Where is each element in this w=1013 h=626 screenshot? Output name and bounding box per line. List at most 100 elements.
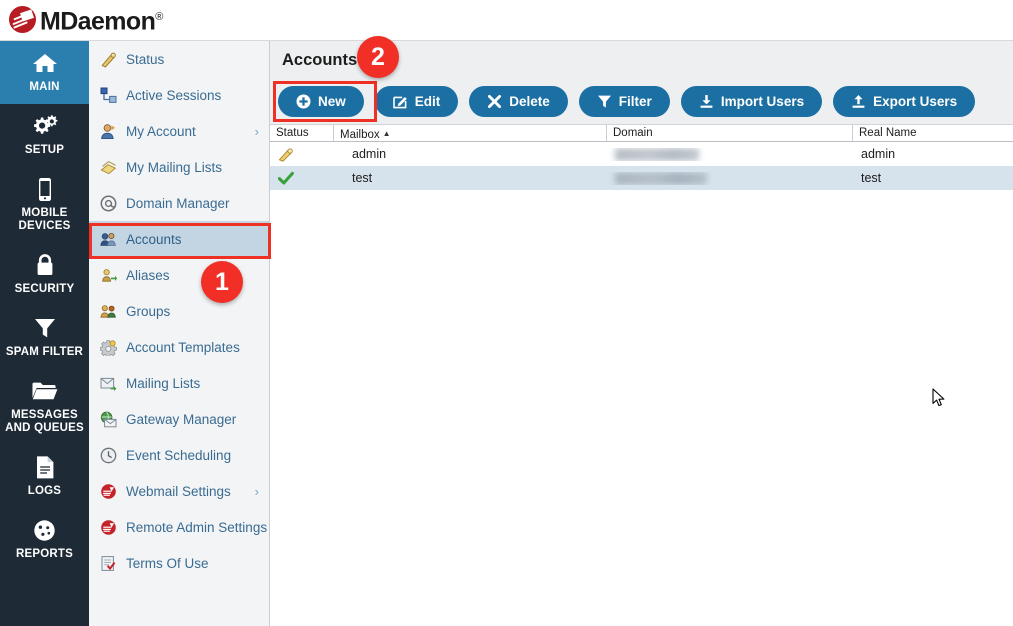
export-users-button[interactable]: Export Users — [833, 86, 976, 117]
sidebar-item-account-templates[interactable]: Account Templates — [89, 329, 269, 365]
cell-real-name: test — [861, 171, 882, 185]
table-row[interactable]: admin admin — [270, 142, 1013, 166]
annotation-badge-1: 1 — [201, 261, 243, 303]
sidebar-item-webmail-settings-label: Webmail Settings — [126, 483, 231, 499]
rail-item-logs-label: LOGS — [27, 485, 62, 497]
sidebar-item-status[interactable]: Status — [89, 41, 269, 77]
sidebar-item-webmail-settings[interactable]: Webmail Settings › — [89, 473, 269, 509]
chevron-right-icon: › — [254, 483, 259, 499]
pencil-square-icon — [392, 94, 408, 109]
rail-item-setup-label: SETUP — [24, 144, 65, 156]
cell-real-name: admin — [861, 147, 896, 161]
export-users-button-label: Export Users — [873, 94, 958, 109]
rail-item-main[interactable]: MAIN — [0, 41, 89, 104]
sidebar-item-domain-manager[interactable]: Domain Manager — [89, 185, 269, 221]
sidebar-item-terms-of-use[interactable]: Terms Of Use — [89, 545, 269, 581]
sidebar-item-my-mailing-lists-label: My Mailing Lists — [126, 159, 223, 175]
brand-bar: MDaemon® — [0, 0, 1013, 41]
at-sign-icon — [100, 195, 117, 212]
secondary-menu: Status Active Sessions My Account › My M… — [89, 41, 280, 626]
sidebar-item-my-account[interactable]: My Account › — [89, 113, 269, 149]
filter-button[interactable]: Filter — [578, 86, 670, 117]
cell-domain — [607, 171, 853, 185]
my-mailing-lists-icon — [100, 159, 117, 176]
table-row[interactable]: test test — [270, 166, 1013, 190]
mdaemon-logo-icon — [9, 6, 36, 34]
funnel-icon — [31, 315, 59, 341]
redacted-domain-value — [615, 147, 699, 161]
sidebar-item-event-scheduling-label: Event Scheduling — [126, 447, 232, 463]
column-header-status[interactable]: Status — [270, 125, 334, 141]
mdaemon-logo[interactable]: MDaemon® — [9, 4, 163, 35]
sidebar-item-groups[interactable]: Groups — [89, 293, 269, 329]
sidebar-item-groups-label: Groups — [126, 303, 171, 319]
rail-item-logs[interactable]: LOGS — [0, 445, 89, 508]
rail-item-reports-label: REPORTS — [16, 548, 73, 560]
upload-icon — [851, 94, 866, 109]
column-header-mailbox-label: Mailbox — [340, 129, 380, 141]
rail-item-security[interactable]: SECURITY — [0, 243, 89, 306]
rail-item-main-label: MAIN — [29, 81, 60, 93]
sidebar-item-accounts[interactable]: Accounts — [89, 221, 269, 257]
brand-name-text: MDaemon® — [40, 7, 163, 36]
page-title: Accounts — [282, 50, 358, 69]
cell-domain — [607, 147, 853, 161]
mobile-phone-icon — [31, 176, 59, 202]
plus-circle-icon — [296, 94, 311, 109]
sidebar-item-active-sessions-label: Active Sessions — [126, 87, 222, 103]
mouse-cursor — [932, 388, 946, 413]
rail-item-messages-and-queues[interactable]: MESSAGES AND QUEUES — [0, 369, 89, 445]
accounts-users-icon — [100, 231, 117, 248]
annotation-badge-2: 2 — [357, 36, 399, 78]
home-icon — [31, 50, 59, 76]
edit-button-label: Edit — [414, 94, 441, 109]
sidebar-item-gateway-manager[interactable]: Gateway Manager — [89, 401, 269, 437]
folder-icon — [31, 378, 59, 404]
mailing-lists-icon — [100, 375, 117, 392]
sidebar-item-active-sessions[interactable]: Active Sessions — [89, 77, 269, 113]
redacted-domain-value — [615, 171, 707, 185]
edit-button[interactable]: Edit — [374, 86, 459, 117]
column-header-status-label: Status — [276, 127, 309, 139]
rail-item-mobile-devices-label: MOBILE DEVICES — [18, 207, 71, 232]
rail-item-reports[interactable]: REPORTS — [0, 508, 89, 571]
rail-item-mobile-devices[interactable]: MOBILE DEVICES — [0, 167, 89, 243]
import-users-button-label: Import Users — [720, 94, 805, 109]
cell-status — [270, 147, 334, 162]
sidebar-item-remote-admin-settings[interactable]: Remote Admin Settings › — [89, 509, 280, 545]
cell-mailbox: admin — [352, 147, 387, 161]
table-header-row: Status Mailbox ▲ Domain Real Name — [270, 125, 1013, 142]
terms-of-use-icon — [100, 555, 117, 572]
primary-nav-rail: MAIN SETUP MOBILE DEVICES SECURITY SPAM … — [0, 41, 89, 626]
mdaemon-badge-icon — [100, 483, 117, 500]
new-button[interactable]: New — [278, 86, 364, 117]
status-gauge-icon — [100, 51, 117, 68]
download-icon — [699, 94, 714, 109]
column-header-real-name[interactable]: Real Name — [853, 125, 1013, 141]
sidebar-item-account-templates-label: Account Templates — [126, 339, 240, 355]
import-users-button[interactable]: Import Users — [680, 86, 823, 117]
cell-mailbox: test — [352, 171, 373, 185]
column-header-mailbox[interactable]: Mailbox ▲ — [334, 125, 607, 141]
sidebar-item-accounts-label: Accounts — [126, 231, 182, 247]
clock-icon — [100, 447, 117, 464]
rail-item-security-label: SECURITY — [14, 283, 75, 295]
action-toolbar: New Edit Delete Filter Import Users Expo… — [270, 79, 1013, 125]
sidebar-item-my-mailing-lists[interactable]: My Mailing Lists — [89, 149, 269, 185]
column-header-real-name-label: Real Name — [859, 127, 917, 139]
green-check-icon — [278, 171, 294, 186]
gears-icon — [31, 113, 59, 139]
column-header-domain[interactable]: Domain — [607, 125, 853, 141]
aliases-icon — [100, 267, 117, 284]
pie-chart-icon — [31, 517, 59, 543]
delete-button[interactable]: Delete — [469, 86, 568, 117]
groups-icon — [100, 303, 117, 320]
chevron-right-icon: › — [254, 123, 259, 139]
accounts-table: Status Mailbox ▲ Domain Real Name admin … — [270, 125, 1013, 190]
rail-item-setup[interactable]: SETUP — [0, 104, 89, 167]
sidebar-item-mailing-lists[interactable]: Mailing Lists — [89, 365, 269, 401]
sidebar-item-domain-manager-label: Domain Manager — [126, 195, 230, 211]
rail-item-messages-and-queues-label: MESSAGES AND QUEUES — [5, 409, 84, 434]
sidebar-item-event-scheduling[interactable]: Event Scheduling — [89, 437, 269, 473]
rail-item-spam-filter[interactable]: SPAM FILTER — [0, 306, 89, 369]
